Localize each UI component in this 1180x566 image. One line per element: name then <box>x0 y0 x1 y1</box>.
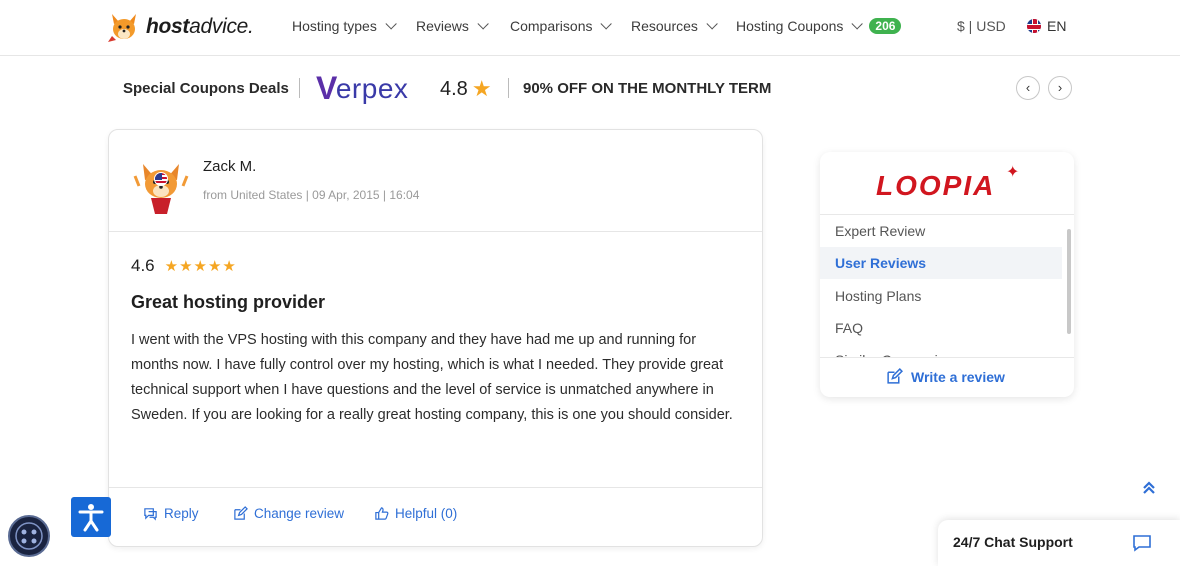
chevron-down-icon <box>600 18 613 30</box>
nav-hosting-coupons[interactable]: Hosting Coupons 206 <box>736 18 902 34</box>
nav-comparisons[interactable]: Comparisons <box>510 18 613 34</box>
nav-label: Reviews <box>416 18 469 34</box>
accessibility-icon <box>78 504 104 532</box>
write-review-button[interactable]: Write a review <box>886 368 1005 385</box>
special-coupons-bar: Special Coupons Deals V erpex 4.8 ★ 90% … <box>0 68 1180 108</box>
user-review-card: Zack M. from United States | 09 Apr, 201… <box>108 129 763 547</box>
verpex-logo[interactable]: V erpex <box>316 70 408 107</box>
top-navigation-bar: hostadvice. Hosting types Reviews Compar… <box>0 0 1180 56</box>
sidebar-item-user-reviews[interactable]: User Reviews <box>820 247 1062 279</box>
review-rating: 4.6 ★★★★★ <box>131 256 237 276</box>
coupon-rating: 4.8 ★ <box>440 76 492 102</box>
chevron-left-icon: ‹ <box>1025 80 1031 95</box>
nav-label: Comparisons <box>510 18 593 34</box>
verpex-logo-text: erpex <box>335 72 409 104</box>
us-flag-icon <box>154 172 168 186</box>
rating-value: 4.6 <box>131 256 155 275</box>
sidebar-item-hosting-plans[interactable]: Hosting Plans <box>820 280 1062 312</box>
sidebar-item-similar-companies[interactable]: Similar Companies <box>820 344 1062 357</box>
reply-label: Reply <box>164 506 199 521</box>
currency-selector[interactable]: $ | USD <box>957 18 1006 34</box>
chevron-down-icon <box>385 18 397 30</box>
sidebar-item-expert-review[interactable]: Expert Review <box>820 215 1062 247</box>
previous-deal-button[interactable]: ‹ <box>1016 76 1040 100</box>
sidebar-menu: Expert Review User Reviews Hosting Plans… <box>820 214 1074 358</box>
write-review-label: Write a review <box>911 368 1005 385</box>
divider <box>109 487 762 488</box>
nav-label: Hosting types <box>292 18 377 34</box>
uk-flag-icon <box>1027 19 1041 33</box>
divider <box>508 78 509 98</box>
rating-stars: ★★★★★ <box>164 258 237 275</box>
double-chevron-up-icon <box>1143 481 1155 494</box>
reply-button[interactable]: Reply <box>143 506 199 521</box>
nav-label: Hosting Coupons <box>736 18 844 34</box>
reviewer-name[interactable]: Zack M. <box>203 158 256 175</box>
nav-reviews[interactable]: Reviews <box>416 18 489 34</box>
review-meta: from United States | 09 Apr, 2015 | 16:0… <box>203 188 420 202</box>
fox-avatar-icon <box>133 164 189 214</box>
star-icon: ★ <box>471 76 492 101</box>
edit-icon <box>887 368 903 384</box>
sidebar-scrollbar[interactable] <box>1066 221 1072 351</box>
coupon-count-badge: 206 <box>869 18 902 34</box>
edit-icon <box>234 506 248 520</box>
company-sidebar: LOOPIA ✦ Expert Review User Reviews Host… <box>820 152 1074 397</box>
chevron-down-icon <box>477 18 489 30</box>
change-review-button[interactable]: Change review <box>233 506 344 521</box>
scroll-to-top-button[interactable] <box>1136 476 1162 502</box>
review-body: I went with the VPS hosting with this co… <box>131 332 733 423</box>
review-title: Great hosting provider <box>131 292 326 312</box>
chevron-down-icon <box>851 18 864 30</box>
chat-bubble-icon <box>1133 535 1151 552</box>
divider <box>299 78 300 98</box>
chat-support-label: 24/7 Chat Support <box>953 534 1073 550</box>
chevron-down-icon <box>706 18 718 30</box>
sidebar-item-faq[interactable]: FAQ <box>820 312 1062 344</box>
verpex-logo-mark: V <box>316 70 338 106</box>
logo-text: hostadvice. <box>146 15 254 38</box>
nav-resources[interactable]: Resources <box>631 18 718 34</box>
coupon-deal-text[interactable]: 90% OFF ON THE MONTHLY TERM <box>523 80 771 97</box>
dots-icon <box>15 522 43 550</box>
hostadvice-logo[interactable]: hostadvice. <box>106 10 254 44</box>
thumbs-up-icon <box>375 507 389 520</box>
helpful-label: Helpful (0) <box>395 506 458 521</box>
change-review-label: Change review <box>254 506 345 521</box>
nav-hosting-types[interactable]: Hosting types <box>292 18 397 34</box>
language-label: EN <box>1047 18 1067 34</box>
coupon-score-value: 4.8 <box>440 77 468 100</box>
chevron-right-icon: › <box>1057 80 1063 95</box>
accessibility-button[interactable] <box>71 497 111 537</box>
coupons-title: Special Coupons Deals <box>123 80 289 97</box>
loopia-logo[interactable]: LOOPIA <box>876 170 995 202</box>
helpful-button[interactable]: Helpful (0) <box>374 506 457 521</box>
reply-icon <box>144 508 157 521</box>
next-deal-button[interactable]: › <box>1048 76 1072 100</box>
loopia-spark-icon: ✦ <box>1006 164 1020 181</box>
assistant-bubble-button[interactable] <box>8 515 50 557</box>
language-selector[interactable]: EN <box>1027 18 1066 34</box>
reviewer-avatar <box>131 156 191 216</box>
nav-label: Resources <box>631 18 698 34</box>
divider <box>109 231 762 232</box>
fox-mascot-icon <box>108 14 136 42</box>
chat-support-widget[interactable]: 24/7 Chat Support <box>938 520 1180 566</box>
scrollbar-thumb[interactable] <box>1067 229 1071 334</box>
